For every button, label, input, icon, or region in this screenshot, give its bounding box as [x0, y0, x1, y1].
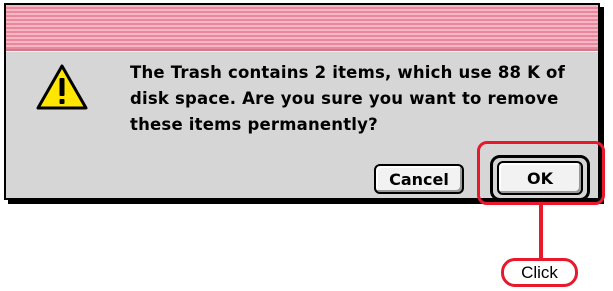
dialog-message: The Trash contains 2 items, which use 88… — [130, 63, 565, 134]
dialog-title-bar[interactable] — [6, 5, 598, 51]
click-callout: Click — [501, 258, 578, 287]
alert-dialog: The Trash contains 2 items, which use 88… — [4, 3, 600, 201]
caution-icon — [36, 64, 88, 110]
dialog-body: The Trash contains 2 items, which use 88… — [6, 51, 598, 201]
cancel-button[interactable]: Cancel — [374, 164, 464, 194]
ok-button[interactable]: OK — [497, 161, 583, 195]
callout-connector-line — [539, 205, 543, 260]
